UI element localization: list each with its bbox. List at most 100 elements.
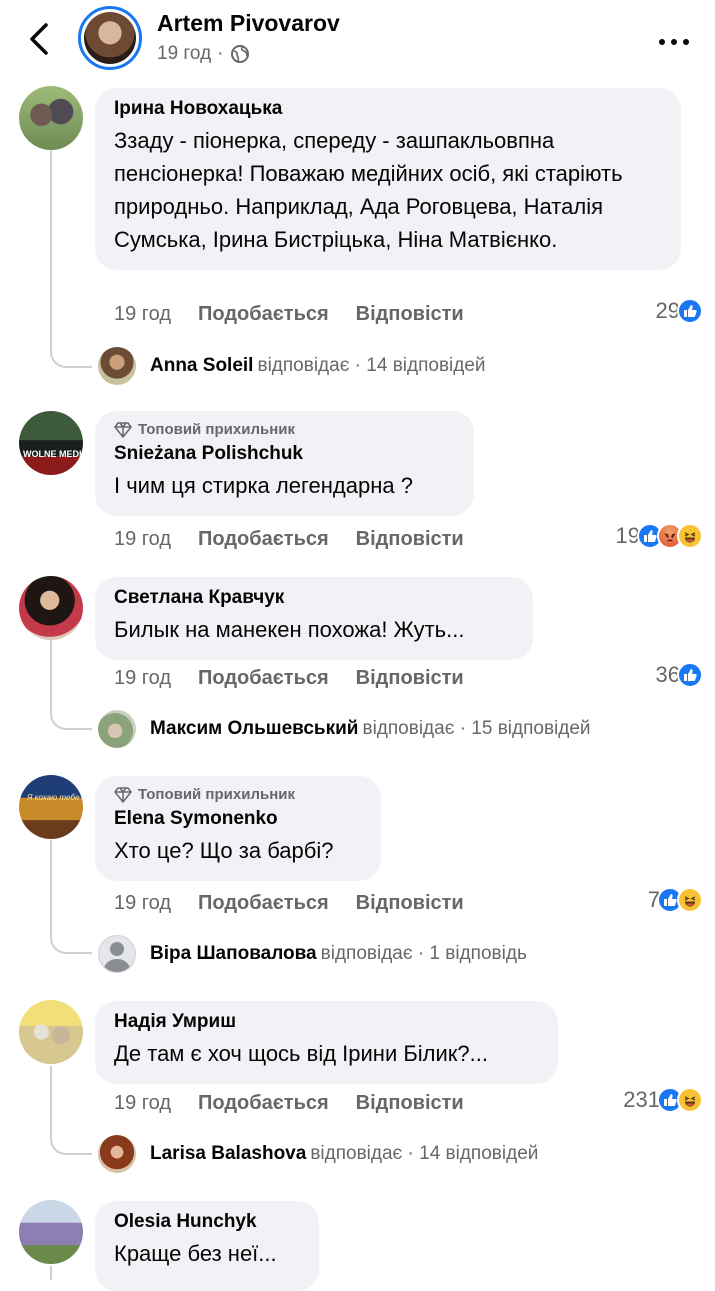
back-arrow-icon[interactable] xyxy=(26,22,54,56)
like-button[interactable]: Подобається xyxy=(198,892,329,915)
default-avatar-icon xyxy=(103,942,131,972)
haha-reaction-icon xyxy=(677,523,703,549)
more-options-button[interactable] xyxy=(659,32,693,45)
reaction-summary[interactable]: 19 xyxy=(616,523,703,549)
reply-avatar xyxy=(98,347,136,385)
reply-button[interactable]: Відповісти xyxy=(356,303,464,326)
reply-verb: відповідає xyxy=(310,1143,403,1164)
like-button[interactable]: Подобається xyxy=(198,303,329,326)
reply-count: · 14 відповідей xyxy=(354,355,486,376)
replies-link[interactable]: Віра Шаповалова відповідає · 1 відповідь xyxy=(98,935,527,973)
thread-line xyxy=(50,640,52,710)
comment-bubble[interactable]: Топовий прихильник Snieżana Polishchuk І… xyxy=(95,411,474,516)
comment-bubble[interactable]: Ірина Новохацька Ззаду - піонерка, спере… xyxy=(95,88,681,270)
replies-link[interactable]: Anna Soleil відповідає · 14 відповідей xyxy=(98,347,486,385)
comment-time[interactable]: 19 год xyxy=(114,1092,171,1115)
thread-connector xyxy=(50,708,92,730)
post-meta: 19 год · xyxy=(157,43,250,65)
reply-avatar xyxy=(98,1135,136,1173)
comment-text: Ззаду - піонерка, спереду - зашпакльовпн… xyxy=(114,128,623,252)
post-header: Artem Pivovarov 19 год · xyxy=(0,0,715,84)
comment-text: Хто це? Що за барбі? xyxy=(114,838,334,863)
comment-author[interactable]: Надія Умриш xyxy=(114,1011,539,1033)
comment-time[interactable]: 19 год xyxy=(114,667,171,690)
top-fan-badge: Топовий прихильник xyxy=(114,421,455,438)
like-reaction-icon xyxy=(677,298,703,324)
thread-connector xyxy=(50,346,92,368)
comment-bubble[interactable]: Топовий прихильник Elena Symonenko Хто ц… xyxy=(95,776,381,881)
comment-actions: 19 год Подобається Відповісти xyxy=(114,528,464,551)
thread-line xyxy=(50,1266,52,1280)
comment-bubble[interactable]: Светлана Кравчук Билык на манекен похожа… xyxy=(95,577,533,660)
badge-label: Топовий прихильник xyxy=(138,421,295,438)
comment-bubble[interactable]: Olesia Hunchyk Краще без неї... xyxy=(95,1201,319,1291)
reaction-summary[interactable]: 29 xyxy=(656,298,703,324)
reply-author[interactable]: Максим Ольшевський xyxy=(150,718,358,740)
haha-reaction-icon xyxy=(677,887,703,913)
avatar[interactable] xyxy=(19,86,83,150)
thread-line xyxy=(50,1066,52,1136)
reply-button[interactable]: Відповісти xyxy=(356,528,464,551)
avatar[interactable]: Я кохаю тебе xyxy=(19,775,83,839)
comment-text: І чим ця стирка легендарна ? xyxy=(114,473,413,498)
comment-author[interactable]: Snieżana Polishchuk xyxy=(114,443,455,465)
reply-author[interactable]: Віра Шаповалова xyxy=(150,943,317,965)
comment-text: Билык на манекен похожа! Жуть... xyxy=(114,617,465,642)
reply-author[interactable]: Anna Soleil xyxy=(150,355,253,377)
comment-actions: 19 год Подобається Відповісти xyxy=(114,667,464,690)
avatar[interactable]: WOLNE MEDIA xyxy=(19,411,83,475)
comment-actions: 19 год Подобається Відповісти xyxy=(114,892,464,915)
avatar[interactable] xyxy=(19,1200,83,1264)
thread-connector xyxy=(50,1133,92,1155)
comment-author[interactable]: Olesia Hunchyk xyxy=(114,1211,300,1233)
reaction-summary[interactable]: 36 xyxy=(656,662,703,688)
page-avatar[interactable] xyxy=(78,6,142,70)
comment-bubble[interactable]: Надія Умриш Де там є хоч щось від Ірини … xyxy=(95,1001,558,1084)
reaction-summary[interactable]: 7 xyxy=(648,887,703,913)
post-time[interactable]: 19 год xyxy=(157,43,211,65)
reply-count: · 1 відповідь xyxy=(417,943,527,964)
avatar[interactable] xyxy=(19,1000,83,1064)
comment-time[interactable]: 19 год xyxy=(114,528,171,551)
reaction-summary[interactable]: 231 xyxy=(623,1087,703,1113)
like-button[interactable]: Подобається xyxy=(198,1092,329,1115)
meta-separator: · xyxy=(217,43,224,64)
avatar[interactable] xyxy=(19,576,83,640)
like-reaction-icon xyxy=(677,662,703,688)
comment-actions: 19 год Подобається Відповісти xyxy=(114,303,464,326)
replies-link[interactable]: Larisa Balashova відповідає · 14 відпові… xyxy=(98,1135,538,1173)
reply-verb: відповідає xyxy=(320,943,413,964)
like-button[interactable]: Подобається xyxy=(198,667,329,690)
reply-verb: відповідає xyxy=(362,718,455,739)
top-fan-badge: Топовий прихильник xyxy=(114,786,362,803)
reply-count: · 15 відповідей xyxy=(459,718,591,739)
comment-author[interactable]: Светлана Кравчук xyxy=(114,587,514,609)
reply-verb: відповідає xyxy=(257,355,350,376)
page-name[interactable]: Artem Pivovarov xyxy=(157,10,340,37)
comment-time[interactable]: 19 год xyxy=(114,892,171,915)
reply-avatar xyxy=(98,935,136,973)
replies-link[interactable]: Максим Ольшевський відповідає · 15 відпо… xyxy=(98,710,591,748)
reply-button[interactable]: Відповісти xyxy=(356,667,464,690)
reaction-count: 231 xyxy=(623,1087,660,1112)
thread-connector xyxy=(50,932,92,954)
diamond-icon xyxy=(114,786,132,803)
like-button[interactable]: Подобається xyxy=(198,528,329,551)
comment-time[interactable]: 19 год xyxy=(114,303,171,326)
reply-author[interactable]: Larisa Balashova xyxy=(150,1143,306,1165)
comment-actions: 19 год Подобається Відповісти xyxy=(114,1092,464,1115)
reply-button[interactable]: Відповісти xyxy=(356,1092,464,1115)
globe-icon xyxy=(230,45,249,63)
reply-count: · 14 відповідей xyxy=(407,1143,539,1164)
haha-reaction-icon xyxy=(677,1087,703,1113)
badge-label: Топовий прихильник xyxy=(138,786,295,803)
comment-author[interactable]: Ірина Новохацька xyxy=(114,98,662,120)
comment-text: Краще без неї... xyxy=(114,1241,277,1266)
comment-author[interactable]: Elena Symonenko xyxy=(114,808,362,830)
diamond-icon xyxy=(114,421,132,438)
reply-avatar xyxy=(98,710,136,748)
reply-button[interactable]: Відповісти xyxy=(356,892,464,915)
thread-line xyxy=(50,150,52,350)
thread-line xyxy=(50,840,52,935)
comment-text: Де там є хоч щось від Ірини Білик?... xyxy=(114,1041,488,1066)
